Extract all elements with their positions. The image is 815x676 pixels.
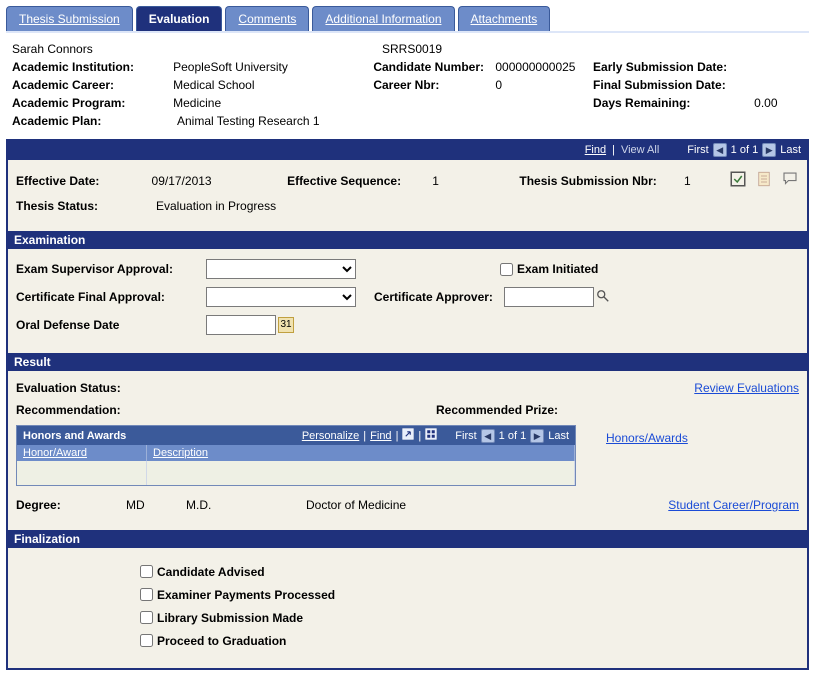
exam-supervisor-label: Exam Supervisor Approval: bbox=[16, 262, 206, 276]
grid-zoom-icon[interactable] bbox=[402, 428, 414, 443]
recommendation-label: Recommendation: bbox=[16, 403, 156, 417]
exam-initiated-checkbox[interactable] bbox=[500, 263, 513, 276]
tab-comments[interactable]: Comments bbox=[225, 6, 309, 31]
section-result: Result bbox=[8, 353, 807, 371]
evaluation-panel: Find | View All First ◀ 1 of 1 ▶ Last Ef… bbox=[6, 139, 809, 670]
table-row bbox=[17, 461, 575, 485]
days-remaining-value: 0.00 bbox=[754, 95, 803, 111]
exam-supervisor-select[interactable] bbox=[206, 259, 356, 279]
grid-find-link[interactable]: Find bbox=[370, 430, 391, 442]
speech-bubble-icon[interactable] bbox=[781, 170, 799, 191]
grid-personalize-link[interactable]: Personalize bbox=[302, 430, 359, 442]
program-value: Medicine bbox=[173, 95, 373, 111]
degree-label: Degree: bbox=[16, 498, 126, 512]
honors-grid: Honors and Awards Personalize | Find | |… bbox=[16, 425, 576, 486]
evaluation-status-label: Evaluation Status: bbox=[16, 381, 156, 395]
oral-defense-input[interactable] bbox=[206, 315, 276, 335]
honors-awards-link[interactable]: Honors/Awards bbox=[606, 431, 688, 445]
thesis-sub-nbr-value: 1 bbox=[684, 174, 713, 188]
notepad-icon[interactable] bbox=[755, 170, 773, 191]
degree-desc: Doctor of Medicine bbox=[306, 498, 556, 512]
tab-thesis-submission[interactable]: Thesis Submission bbox=[6, 6, 133, 31]
grid-next-icon[interactable]: ▶ bbox=[530, 429, 544, 443]
panel-toolbar: Find | View All First ◀ 1 of 1 ▶ Last bbox=[8, 141, 807, 160]
oral-defense-label: Oral Defense Date bbox=[16, 318, 206, 332]
first-label: First bbox=[687, 144, 708, 156]
cert-final-label: Certificate Final Approval: bbox=[16, 290, 206, 304]
effective-seq-value: 1 bbox=[432, 174, 519, 188]
final-submission-label: Final Submission Date: bbox=[593, 77, 754, 93]
grid-prev-icon[interactable]: ◀ bbox=[481, 429, 495, 443]
grid-title-label: Honors and Awards bbox=[23, 430, 126, 442]
grid-first-label: First bbox=[455, 430, 476, 442]
find-link[interactable]: Find bbox=[585, 144, 606, 156]
grid-col-honor[interactable]: Honor/Award bbox=[17, 445, 147, 461]
final-submission-value bbox=[754, 77, 803, 93]
program-label: Academic Program: bbox=[12, 95, 173, 111]
section-finalization: Finalization bbox=[8, 530, 807, 548]
last-label: Last bbox=[780, 144, 801, 156]
degree-code: MD bbox=[126, 498, 186, 512]
prev-row-icon[interactable]: ◀ bbox=[713, 143, 727, 157]
student-career-link[interactable]: Student Career/Program bbox=[668, 498, 799, 512]
plan-label: Academic Plan: bbox=[12, 113, 177, 129]
grid-download-icon[interactable] bbox=[425, 428, 437, 443]
cert-approver-input[interactable] bbox=[504, 287, 594, 307]
tabs-bar: Thesis Submission Evaluation Comments Ad… bbox=[6, 6, 809, 33]
days-remaining-label: Days Remaining: bbox=[593, 95, 754, 111]
candidate-nbr-value: 000000000025 bbox=[495, 59, 593, 75]
degree-abbr: M.D. bbox=[186, 498, 306, 512]
grid-last-label: Last bbox=[548, 430, 569, 442]
career-label: Academic Career: bbox=[12, 77, 173, 93]
cert-final-select[interactable] bbox=[206, 287, 356, 307]
candidate-advised-checkbox[interactable] bbox=[140, 565, 153, 578]
cert-approver-label: Certificate Approver: bbox=[374, 290, 504, 304]
next-row-icon[interactable]: ▶ bbox=[762, 143, 776, 157]
institution-label: Academic Institution: bbox=[12, 59, 173, 75]
header-block: Sarah Connors SRRS0019 Academic Institut… bbox=[6, 33, 809, 135]
library-submission-checkbox[interactable] bbox=[140, 611, 153, 624]
career-value: Medical School bbox=[173, 77, 373, 93]
effective-seq-label: Effective Sequence: bbox=[287, 174, 432, 188]
tab-attachments[interactable]: Attachments bbox=[458, 6, 551, 31]
examiner-payments-checkbox[interactable] bbox=[140, 588, 153, 601]
candidate-advised-label: Candidate Advised bbox=[157, 565, 265, 579]
effective-date-label: Effective Date: bbox=[16, 174, 152, 188]
student-name: Sarah Connors bbox=[12, 41, 177, 57]
proceed-graduation-checkbox[interactable] bbox=[140, 634, 153, 647]
career-nbr-label: Career Nbr: bbox=[373, 77, 495, 93]
lookup-icon[interactable] bbox=[596, 289, 610, 306]
examiner-payments-label: Examiner Payments Processed bbox=[157, 588, 335, 602]
library-submission-label: Library Submission Made bbox=[157, 611, 303, 625]
tab-additional-information[interactable]: Additional Information bbox=[312, 6, 454, 31]
grid-count: 1 of 1 bbox=[499, 430, 527, 442]
review-evaluations-link[interactable]: Review Evaluations bbox=[694, 381, 799, 395]
related-links-icon[interactable] bbox=[729, 170, 747, 191]
student-id: SRRS0019 bbox=[382, 41, 507, 57]
career-nbr-value: 0 bbox=[495, 77, 593, 93]
row-count: 1 of 1 bbox=[731, 144, 759, 156]
proceed-graduation-label: Proceed to Graduation bbox=[157, 634, 286, 648]
section-examination: Examination bbox=[8, 231, 807, 249]
thesis-sub-nbr-label: Thesis Submission Nbr: bbox=[519, 174, 684, 188]
view-all-link[interactable]: View All bbox=[621, 144, 659, 156]
tab-evaluation[interactable]: Evaluation bbox=[136, 6, 223, 31]
institution-value: PeopleSoft University bbox=[173, 59, 373, 75]
candidate-nbr-label: Candidate Number: bbox=[373, 59, 495, 75]
grid-col-description[interactable]: Description bbox=[147, 445, 575, 461]
early-submission-label: Early Submission Date: bbox=[593, 59, 754, 75]
plan-value: Animal Testing Research 1 bbox=[177, 113, 382, 129]
early-submission-value bbox=[754, 59, 803, 75]
recommended-prize-label: Recommended Prize: bbox=[436, 403, 558, 417]
calendar-icon[interactable]: 31 bbox=[278, 317, 294, 333]
thesis-status-value: Evaluation in Progress bbox=[156, 199, 276, 213]
effective-date-value: 09/17/2013 bbox=[152, 174, 288, 188]
exam-initiated-label: Exam Initiated bbox=[517, 262, 598, 276]
thesis-status-label: Thesis Status: bbox=[16, 199, 156, 213]
